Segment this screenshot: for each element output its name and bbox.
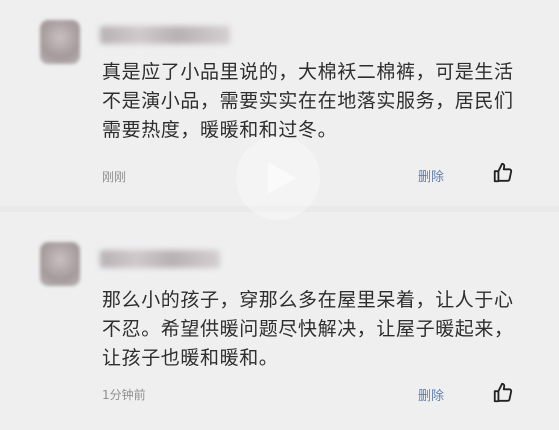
comment-text: 那么小的孩子，穿那么多在屋里呆着，让人于心不忍。希望供暖问题尽快解决，让屋子暖起… xyxy=(102,289,514,369)
comment-text: 真是应了小品里说的，大棉袄二棉裤，可是生活不是演小品，需要实实在在地落实服务，居… xyxy=(102,61,514,141)
play-button-overlay[interactable] xyxy=(236,136,320,220)
like-button[interactable] xyxy=(492,162,514,184)
delete-button[interactable]: 删除 xyxy=(418,166,444,185)
like-button[interactable] xyxy=(492,382,514,404)
delete-button[interactable]: 删除 xyxy=(418,385,444,404)
avatar[interactable] xyxy=(40,242,80,286)
thumbs-up-icon xyxy=(493,162,513,183)
comment-item: 那么小的孩子，穿那么多在屋里呆着，让人于心不忍。希望供暖问题尽快解决，让屋子暖起… xyxy=(0,212,559,430)
play-icon xyxy=(268,162,296,194)
avatar[interactable] xyxy=(40,20,80,64)
thumbs-up-icon xyxy=(493,382,513,403)
username-blurred[interactable] xyxy=(100,26,230,44)
username-blurred[interactable] xyxy=(100,250,220,268)
comment-time: 刚刚 xyxy=(102,170,127,184)
comment-time: 1分钟前 xyxy=(102,388,146,402)
